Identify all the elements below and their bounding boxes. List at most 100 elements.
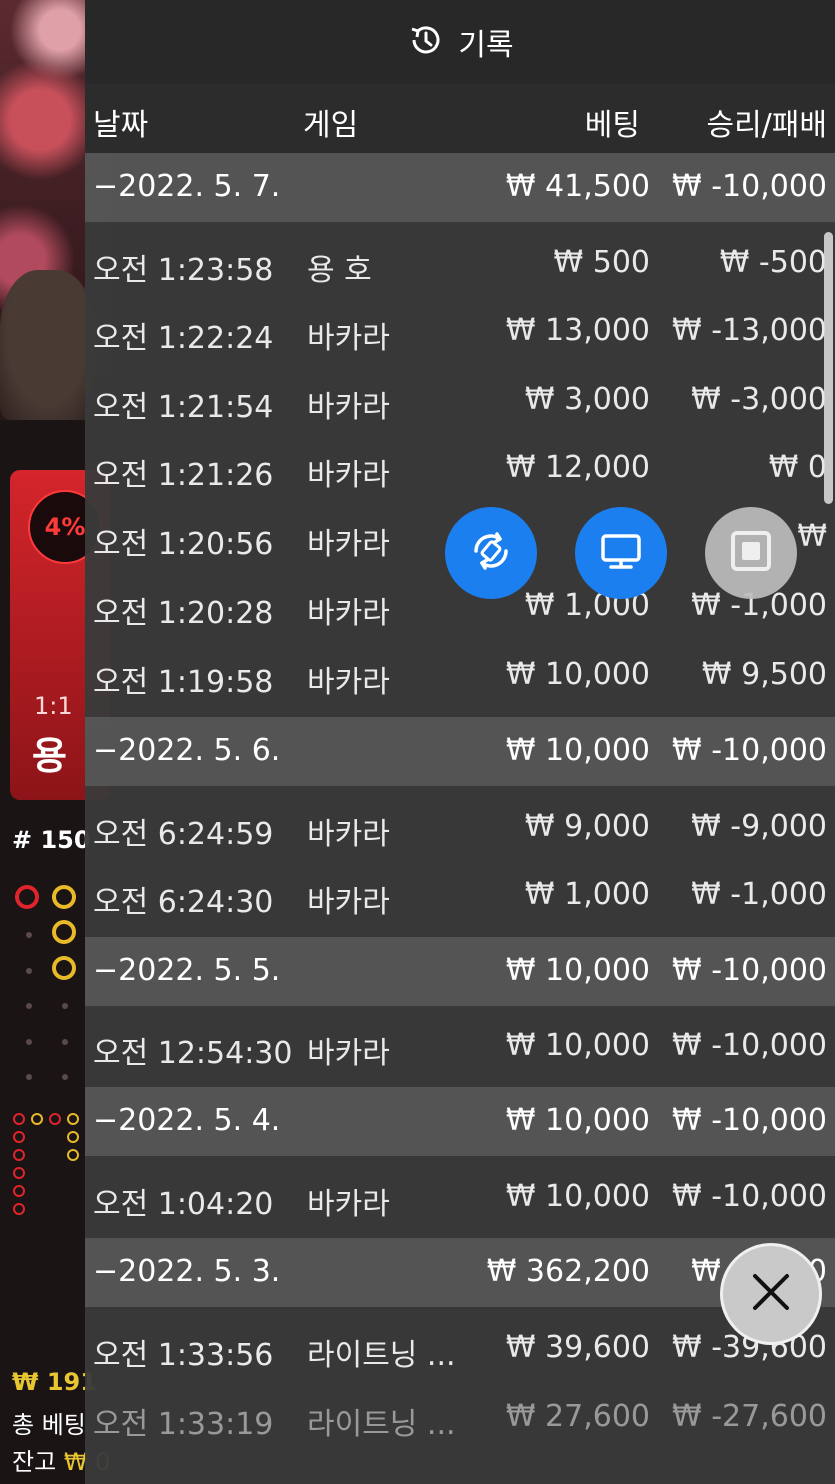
history-day-row[interactable]: −2022. 5. 5. ₩ 10,000 ₩ -10,000 xyxy=(85,937,835,1006)
row-date: −2022. 5. 5. xyxy=(93,953,281,988)
row-date: 오전 6:24:59 xyxy=(93,817,274,852)
rotate-screen-button[interactable] xyxy=(445,507,537,599)
mini-bead xyxy=(13,1185,25,1197)
row-win-loss: ₩ -10,000 xyxy=(672,169,827,204)
row-game: 바카라 xyxy=(307,527,390,562)
row-game: 라이트닝 ... xyxy=(307,1338,456,1373)
payout-ratio: 1:1 xyxy=(34,692,73,720)
row-bet: ₩ 362,200 xyxy=(486,1254,650,1289)
row-win-loss: ₩ xyxy=(797,519,827,554)
mini-bead xyxy=(13,1203,25,1215)
row-date: −2022. 5. 7. xyxy=(93,169,281,204)
history-panel: 기록 날짜 게임 베팅 승리/패배 −2022. 5. 7. ₩ 41,500 ₩ … xyxy=(85,0,835,1484)
row-game: 바카라 xyxy=(307,458,390,493)
row-win-loss: ₩ -10,000 xyxy=(672,1103,827,1138)
row-win-loss: ₩ -10,000 xyxy=(672,1028,827,1063)
row-game: 바카라 xyxy=(307,817,390,852)
row-win-loss: ₩ -9,000 xyxy=(691,809,827,844)
row-date: 오전 6:24:30 xyxy=(93,885,274,920)
history-header: 기록 xyxy=(85,0,835,84)
bead-yellow xyxy=(52,885,76,909)
stop-button[interactable] xyxy=(705,507,797,599)
round-number: # 150 xyxy=(12,826,91,854)
history-entry-row[interactable]: 오전 1:22:24 바카라 ₩ 13,000 ₩ -13,000 xyxy=(85,297,835,366)
history-entry-row[interactable]: 오전 1:21:54 바카라 ₩ 3,000 ₩ -3,000 xyxy=(85,366,835,435)
stop-icon xyxy=(729,529,773,577)
mini-bead xyxy=(13,1149,25,1161)
row-game: 라이트닝 ... xyxy=(307,1407,456,1442)
history-day-row[interactable]: −2022. 5. 6. ₩ 10,000 ₩ -10,000 xyxy=(85,717,835,786)
row-date: 오전 1:20:28 xyxy=(93,596,274,631)
row-game: 바카라 xyxy=(307,1187,390,1222)
history-entry-row[interactable]: 오전 1:19:58 바카라 ₩ 10,000 ₩ 9,500 xyxy=(85,641,835,710)
row-bet: ₩ 10,000 xyxy=(505,1028,650,1063)
row-win-loss: ₩ -3,000 xyxy=(691,382,827,417)
row-win-loss: ₩ 9,500 xyxy=(701,657,827,692)
row-win-loss: ₩ -10,000 xyxy=(672,1179,827,1214)
column-date: 날짜 xyxy=(93,108,149,143)
history-day-row[interactable]: −2022. 5. 4. ₩ 10,000 ₩ -10,000 xyxy=(85,1087,835,1156)
row-win-loss: ₩ -27,600 xyxy=(672,1399,827,1434)
bead-yellow xyxy=(52,920,76,944)
road-dot xyxy=(26,932,32,938)
mini-bead xyxy=(13,1167,25,1179)
mini-bead xyxy=(31,1113,43,1125)
row-game: 바카라 xyxy=(307,1036,390,1071)
row-date: 오전 1:21:26 xyxy=(93,458,274,493)
history-entry-row[interactable]: 오전 1:33:19 라이트닝 ... ₩ 27,600 ₩ -27,600 xyxy=(85,1383,835,1452)
row-bet: ₩ 39,600 xyxy=(505,1330,650,1365)
row-date: 오전 1:20:56 xyxy=(93,527,274,562)
row-win-loss: ₩ -500 xyxy=(719,245,827,280)
mini-bead xyxy=(67,1149,79,1161)
row-bet: ₩ 13,000 xyxy=(505,313,650,348)
row-win-loss: ₩ -1,000 xyxy=(691,877,827,912)
road-dot xyxy=(26,1074,32,1080)
row-date: 오전 1:33:56 xyxy=(93,1338,274,1373)
history-entry-row[interactable]: 오전 1:33:56 라이트닝 ... ₩ 39,600 ₩ -39,600 xyxy=(85,1314,835,1383)
row-win-loss: ₩ -10,000 xyxy=(672,953,827,988)
row-date: −2022. 5. 3. xyxy=(93,1254,281,1289)
row-win-loss: ₩ -13,000 xyxy=(672,313,827,348)
row-game: 바카라 xyxy=(307,885,390,920)
close-button[interactable] xyxy=(720,1243,822,1345)
row-date: 오전 1:22:24 xyxy=(93,321,274,356)
history-entry-row[interactable]: 오전 1:23:58 용 호 ₩ 500 ₩ -500 xyxy=(85,229,835,298)
scrollbar[interactable] xyxy=(824,232,833,504)
mini-bead xyxy=(67,1113,79,1125)
column-win-loss: 승리/패배 xyxy=(706,108,827,143)
road-dot xyxy=(26,968,32,974)
row-bet: ₩ 41,500 xyxy=(505,169,650,204)
history-day-row[interactable]: −2022. 5. 7. ₩ 41,500 ₩ -10,000 xyxy=(85,153,835,222)
road-dot xyxy=(26,1039,32,1045)
mini-bead xyxy=(67,1131,79,1143)
history-entry-row[interactable]: 오전 6:24:59 바카라 ₩ 9,000 ₩ -9,000 xyxy=(85,793,835,862)
row-bet: ₩ 10,000 xyxy=(505,953,650,988)
row-game: 바카라 xyxy=(307,321,390,356)
row-bet: ₩ 12,000 xyxy=(505,450,650,485)
column-game: 게임 xyxy=(303,108,359,143)
row-bet: ₩ 9,000 xyxy=(524,809,650,844)
mini-bead xyxy=(49,1113,61,1125)
road-dot xyxy=(62,1003,68,1009)
video-button[interactable] xyxy=(575,507,667,599)
column-headers: 날짜 게임 베팅 승리/패배 xyxy=(85,84,835,154)
monitor-icon xyxy=(597,527,645,579)
history-entry-row[interactable]: 오전 1:04:20 바카라 ₩ 10,000 ₩ -10,000 xyxy=(85,1163,835,1232)
history-entry-row[interactable]: 오전 1:21:26 바카라 ₩ 12,000 ₩ 0 xyxy=(85,434,835,503)
balance-label: 잔고 xyxy=(12,1448,57,1476)
road-dot xyxy=(62,1039,68,1045)
row-bet: ₩ 10,000 xyxy=(505,1179,650,1214)
row-game: 바카라 xyxy=(307,596,390,631)
history-entry-row[interactable]: 오전 12:54:30 바카라 ₩ 10,000 ₩ -10,000 xyxy=(85,1012,835,1081)
mini-bead xyxy=(13,1113,25,1125)
row-bet: ₩ 10,000 xyxy=(505,733,650,768)
row-game: 바카라 xyxy=(307,390,390,425)
row-bet: ₩ 3,000 xyxy=(524,382,650,417)
row-bet: ₩ 10,000 xyxy=(505,657,650,692)
history-entry-row[interactable]: 오전 6:24:30 바카라 ₩ 1,000 ₩ -1,000 xyxy=(85,861,835,930)
row-game: 바카라 xyxy=(307,665,390,700)
row-date: 오전 1:33:19 xyxy=(93,1407,274,1442)
row-date: 오전 12:54:30 xyxy=(93,1036,293,1071)
row-game: 용 호 xyxy=(307,253,372,288)
row-bet: ₩ 27,600 xyxy=(505,1399,650,1434)
